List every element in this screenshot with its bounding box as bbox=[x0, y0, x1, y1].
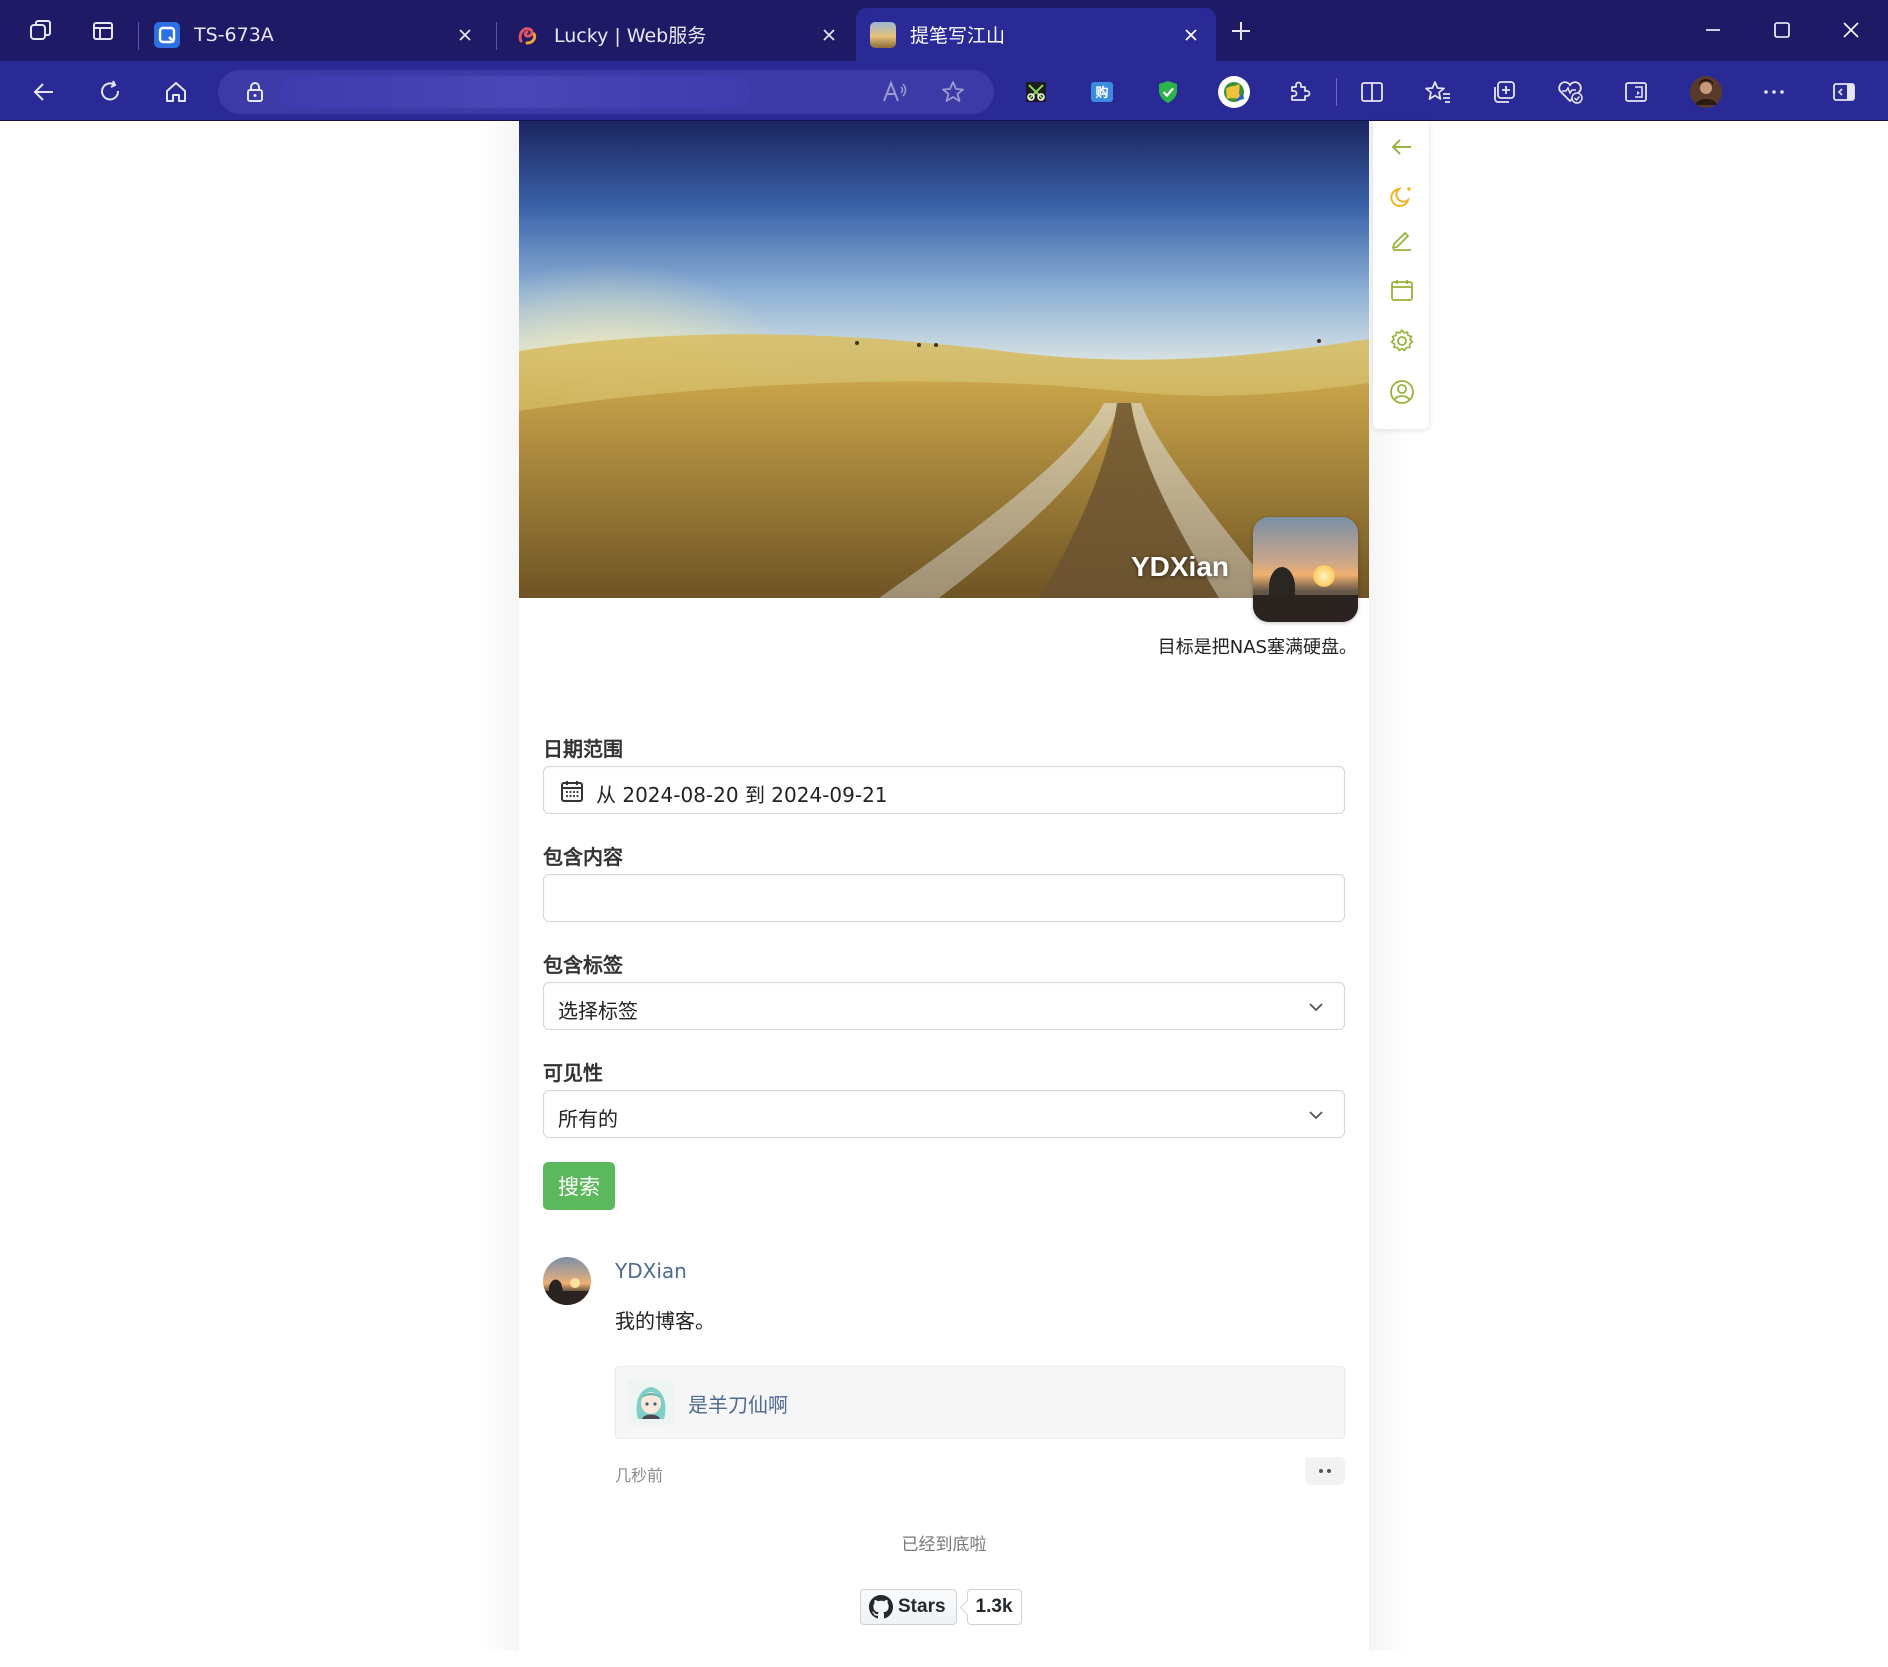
tab-actions-icon[interactable] bbox=[88, 16, 118, 46]
address-url bbox=[280, 76, 750, 108]
github-stars-widget: Stars 1.3k bbox=[860, 1589, 1022, 1625]
minimize-icon[interactable] bbox=[1695, 12, 1731, 48]
qnap-icon bbox=[154, 21, 180, 48]
github-stars-label: Stars bbox=[898, 1596, 946, 1617]
sidebar-toggle-icon[interactable] bbox=[1826, 74, 1862, 110]
home-icon[interactable] bbox=[158, 74, 194, 110]
blog-page: YDXian 目标是把NAS塞满硬盘。 日期范围 从 2024-08-20 到 … bbox=[519, 121, 1369, 1651]
header-banner: YDXian bbox=[519, 121, 1369, 598]
search-button[interactable]: 搜索 bbox=[543, 1162, 615, 1210]
post-time: 几秒前 bbox=[615, 1466, 664, 1485]
likes-card: 是羊刀仙啊 bbox=[615, 1366, 1345, 1439]
screenshot-extension-icon[interactable] bbox=[1018, 74, 1054, 110]
dark-mode-icon[interactable] bbox=[1387, 182, 1417, 212]
post-content: 我的博客。 bbox=[615, 1309, 715, 1333]
content-label: 包含内容 bbox=[543, 845, 623, 869]
shield-icon[interactable] bbox=[1150, 74, 1186, 110]
date-range-input[interactable]: 从 2024-08-20 到 2024-09-21 bbox=[543, 766, 1345, 814]
back-arrow-icon[interactable] bbox=[1387, 132, 1417, 162]
post-author-avatar[interactable] bbox=[543, 1257, 591, 1305]
settings-gear-icon[interactable] bbox=[1387, 326, 1417, 356]
maximize-icon[interactable] bbox=[1764, 12, 1800, 48]
date-range-label: 日期范围 bbox=[543, 737, 623, 761]
visibility-select[interactable]: 所有的 bbox=[543, 1090, 1345, 1138]
more-options-icon[interactable] bbox=[1756, 74, 1792, 110]
tab-separator bbox=[496, 22, 497, 50]
liker-avatar[interactable] bbox=[628, 1379, 674, 1425]
lucky-icon bbox=[514, 22, 540, 48]
blog-name[interactable]: YDXian bbox=[1131, 551, 1229, 583]
calendar-icon bbox=[561, 781, 583, 802]
edit-pencil-icon[interactable] bbox=[1387, 224, 1417, 254]
extensions-icon[interactable] bbox=[1282, 74, 1318, 110]
tab-blog[interactable]: 提笔写江山 bbox=[856, 8, 1216, 61]
tab-ts673a[interactable]: TS-673A bbox=[140, 8, 490, 61]
close-tab-icon[interactable] bbox=[818, 24, 840, 46]
shopping-extension-icon[interactable]: 购 bbox=[1084, 74, 1120, 110]
github-stars-count[interactable]: 1.3k bbox=[966, 1589, 1022, 1625]
blog-favicon bbox=[870, 21, 896, 48]
blog-avatar[interactable] bbox=[1253, 517, 1358, 622]
workspaces-icon[interactable] bbox=[26, 16, 56, 46]
math-solver-icon[interactable] bbox=[1618, 74, 1654, 110]
back-icon[interactable] bbox=[26, 74, 62, 110]
close-window-icon[interactable] bbox=[1833, 12, 1869, 48]
lock-icon[interactable] bbox=[240, 77, 270, 107]
blog-motto: 目标是把NAS塞满硬盘。 bbox=[1157, 637, 1357, 658]
calendar-icon[interactable] bbox=[1387, 275, 1417, 305]
tab-lucky[interactable]: Lucky | Web服务 bbox=[500, 8, 854, 61]
chevron-down-icon bbox=[1309, 1003, 1323, 1012]
profile-avatar[interactable] bbox=[1688, 74, 1724, 110]
tags-label: 包含标签 bbox=[543, 953, 623, 977]
tab-label: 提笔写江山 bbox=[910, 25, 1006, 47]
visibility-value: 所有的 bbox=[558, 1107, 618, 1131]
page-shadow bbox=[480, 121, 520, 1651]
tab-label: Lucky | Web服务 bbox=[554, 25, 707, 47]
close-tab-icon[interactable] bbox=[1180, 24, 1202, 46]
split-screen-icon[interactable] bbox=[1354, 74, 1390, 110]
user-profile-icon[interactable] bbox=[1387, 377, 1417, 407]
tags-select[interactable]: 选择标签 bbox=[543, 982, 1345, 1030]
github-stars-button[interactable]: Stars bbox=[860, 1589, 957, 1625]
read-aloud-icon[interactable] bbox=[880, 77, 910, 107]
github-icon bbox=[869, 1595, 893, 1619]
date-range-value: 从 2024-08-20 到 2024-09-21 bbox=[596, 783, 888, 807]
refresh-icon[interactable] bbox=[92, 74, 128, 110]
globe-extension-icon[interactable] bbox=[1216, 74, 1252, 110]
anime-avatar-image bbox=[636, 1387, 666, 1419]
browser-titlebar: TS-673A Lucky | Web服务 提笔写江山 bbox=[0, 0, 1888, 61]
post-author[interactable]: YDXian bbox=[615, 1259, 687, 1283]
tab-label: TS-673A bbox=[194, 23, 274, 46]
end-of-list-text: 已经到底啦 bbox=[901, 1535, 987, 1555]
avatar-image bbox=[543, 1278, 591, 1305]
post-more-button[interactable] bbox=[1305, 1457, 1345, 1485]
address-bar[interactable] bbox=[218, 70, 994, 114]
browser-essentials-icon[interactable] bbox=[1552, 74, 1588, 110]
banner-landscape bbox=[519, 334, 1369, 598]
tab-separator bbox=[138, 22, 139, 50]
dot-icon bbox=[1327, 1469, 1331, 1473]
visibility-label: 可见性 bbox=[543, 1061, 603, 1085]
collections-icon[interactable] bbox=[1486, 74, 1522, 110]
side-toolbar bbox=[1373, 121, 1429, 429]
content-input[interactable] bbox=[543, 874, 1345, 922]
favorite-star-icon[interactable] bbox=[938, 77, 968, 107]
tags-value: 选择标签 bbox=[558, 999, 638, 1023]
dot-icon bbox=[1319, 1469, 1323, 1473]
favorites-icon[interactable] bbox=[1420, 74, 1456, 110]
avatar-ground bbox=[1253, 595, 1358, 622]
close-tab-icon[interactable] bbox=[454, 24, 476, 46]
liker-name[interactable]: 是羊刀仙啊 bbox=[688, 1389, 788, 1418]
toolbar-separator bbox=[1336, 78, 1337, 106]
avatar-sun bbox=[1313, 565, 1335, 587]
new-tab-icon[interactable] bbox=[1226, 16, 1256, 46]
chevron-down-icon bbox=[1309, 1111, 1323, 1120]
svg-text:购: 购 bbox=[1095, 85, 1108, 101]
